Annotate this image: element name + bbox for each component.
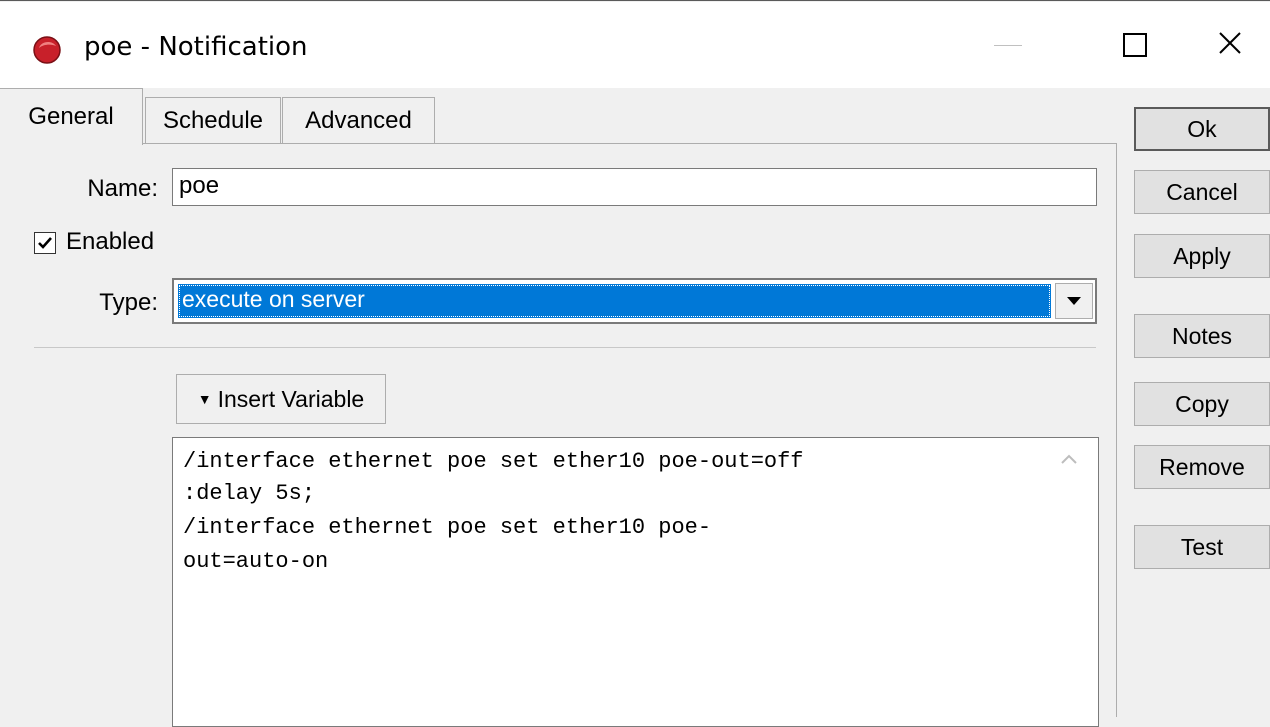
scroll-up-icon[interactable]	[1060, 452, 1078, 470]
enabled-label: Enabled	[66, 228, 155, 255]
type-label: Type:	[99, 289, 158, 316]
script-line: /interface ethernet poe set ether10 poe-	[183, 515, 712, 540]
title-bar: poe - Notification	[0, 2, 1270, 88]
type-select[interactable]: execute on server	[172, 278, 1097, 324]
tab-general[interactable]: General	[0, 88, 143, 145]
name-input[interactable]: poe	[172, 168, 1097, 206]
chevron-down-icon	[1067, 297, 1081, 305]
checkmark-icon	[38, 237, 52, 249]
maximize-icon	[1123, 33, 1147, 57]
insert-variable-label: Insert Variable	[217, 385, 365, 412]
remove-button[interactable]: Remove	[1134, 445, 1270, 489]
close-icon	[1218, 31, 1242, 60]
close-button[interactable]	[1185, 2, 1270, 88]
maximize-button[interactable]	[1090, 2, 1180, 88]
script-editor[interactable]: /interface ethernet poe set ether10 poe-…	[172, 437, 1099, 727]
type-dropdown-button[interactable]	[1055, 283, 1093, 319]
minimize-icon	[994, 44, 1022, 46]
app-logo-icon	[32, 35, 62, 65]
script-line: :delay 5s;	[183, 481, 316, 506]
tab-advanced[interactable]: Advanced	[282, 97, 435, 144]
cancel-button[interactable]: Cancel	[1134, 170, 1270, 214]
name-label: Name:	[87, 175, 158, 202]
window-title: poe - Notification	[84, 32, 308, 62]
general-panel: Name: poe Enabled Type: execute on serve…	[0, 143, 1117, 727]
notes-button[interactable]: Notes	[1134, 314, 1270, 358]
copy-button[interactable]: Copy	[1134, 382, 1270, 426]
minimize-button[interactable]	[963, 2, 1053, 88]
script-line: /interface ethernet poe set ether10 poe-…	[183, 449, 804, 474]
script-line: out=auto-on	[183, 549, 329, 574]
notification-window: poe - Notification General Schedule Adva…	[0, 0, 1270, 727]
dropdown-arrow-icon: ▼	[197, 391, 212, 407]
type-selected-value: execute on server	[178, 284, 1051, 318]
insert-variable-button[interactable]: ▼ Insert Variable	[176, 374, 386, 424]
ok-button[interactable]: Ok	[1134, 107, 1270, 151]
separator	[34, 347, 1096, 348]
tab-schedule[interactable]: Schedule	[145, 97, 281, 144]
test-button[interactable]: Test	[1134, 525, 1270, 569]
apply-button[interactable]: Apply	[1134, 234, 1270, 278]
enabled-checkbox[interactable]	[34, 232, 56, 254]
